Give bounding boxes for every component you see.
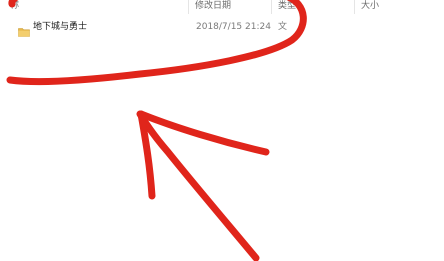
column-header-type[interactable]: 类型 <box>278 0 296 14</box>
column-header-bar: 称 修改日期 类型 大小 <box>0 0 444 14</box>
annotation-arrow-shaft <box>136 110 260 261</box>
file-type: 文 <box>278 22 288 32</box>
folder-icon <box>18 22 30 37</box>
column-header-date-modified[interactable]: 修改日期 <box>195 0 231 14</box>
red-annotation-overlay <box>6 0 307 261</box>
column-divider[interactable] <box>188 0 189 14</box>
file-date-modified: 2018/7/15 21:24 <box>196 22 271 32</box>
column-divider[interactable] <box>271 0 272 14</box>
column-header-size[interactable]: 大小 <box>361 0 379 14</box>
column-divider[interactable] <box>354 0 355 14</box>
file-name[interactable]: 地下城与勇士 <box>33 17 87 37</box>
file-row[interactable]: 地下城与勇士 2018/7/15 21:24 文 <box>0 17 444 37</box>
annotation-arrowhead-left <box>137 110 156 200</box>
column-header-name[interactable]: 称 <box>10 0 19 14</box>
annotation-arrowhead-right <box>137 110 270 156</box>
